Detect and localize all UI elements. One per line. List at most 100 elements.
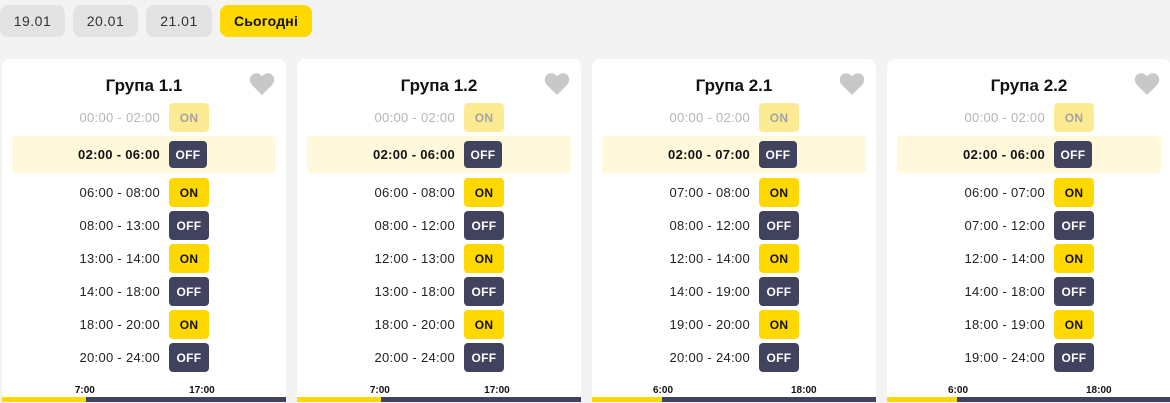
timeline-off-segment [662,397,876,402]
status-on-badge: ON [169,103,209,132]
time-range: 19:00 - 20:00 [669,317,750,332]
status-on-badge: ON [759,310,799,339]
schedule-row: 00:00 - 02:00 ON [297,103,581,132]
time-range: 18:00 - 20:00 [79,317,160,332]
time-range: 07:00 - 08:00 [669,185,750,200]
timeline-start-label: 6:00 [948,385,969,396]
time-range: 14:00 - 18:00 [964,284,1045,299]
status-off-badge: OFF [759,141,797,168]
time-range: 13:00 - 18:00 [374,284,455,299]
time-range: 06:00 - 08:00 [374,185,455,200]
status-on-badge: ON [1054,310,1094,339]
schedule-row-current: 02:00 - 06:00 OFF [897,136,1161,173]
timeline-on-segment [2,397,86,402]
schedule-row: 19:00 - 24:00 OFF [887,343,1170,372]
favorite-heart-icon[interactable] [1134,72,1160,96]
time-range: 14:00 - 18:00 [79,284,160,299]
schedule-row: 14:00 - 18:00 OFF [2,277,286,306]
status-off-badge: OFF [1054,211,1094,240]
schedule-row: 12:00 - 14:00 ON [592,244,876,273]
timeline-end-label: 18:00 [791,385,817,396]
status-off-badge: OFF [169,141,207,168]
time-range: 00:00 - 02:00 [964,110,1045,125]
schedule-row: 06:00 - 08:00 ON [297,178,581,207]
time-range: 02:00 - 06:00 [373,147,455,162]
status-on-badge: ON [169,244,209,273]
time-range: 08:00 - 12:00 [374,218,455,233]
tab-date-19-01[interactable]: 19.01 [0,5,65,37]
favorite-heart-icon[interactable] [544,72,570,96]
schedule-row: 18:00 - 20:00 ON [297,310,581,339]
status-on-badge: ON [464,310,504,339]
status-off-badge: OFF [759,211,799,240]
time-range: 06:00 - 08:00 [79,185,160,200]
timeline-end-label: 17:00 [189,385,215,396]
schedule-row: 20:00 - 24:00 OFF [592,343,876,372]
time-range: 00:00 - 02:00 [374,110,455,125]
timeline-start-label: 6:00 [653,385,674,396]
group-title: Група 2.1 [695,76,773,95]
time-range: 06:00 - 07:00 [964,185,1045,200]
status-off-badge: OFF [759,343,799,372]
time-range: 20:00 - 24:00 [79,350,160,365]
schedule-row: 12:00 - 13:00 ON [297,244,581,273]
schedule-row: 00:00 - 02:00 ON [592,103,876,132]
time-range: 20:00 - 24:00 [669,350,750,365]
status-on-badge: ON [759,244,799,273]
timeline-on-segment [592,397,662,402]
status-off-badge: OFF [169,211,209,240]
date-tabs: 19.01 20.01 21.01 Сьогодні [0,5,312,37]
time-range: 02:00 - 07:00 [668,147,750,162]
time-range: 00:00 - 02:00 [79,110,160,125]
time-range: 08:00 - 13:00 [79,218,160,233]
schedule-row: 13:00 - 14:00 ON [2,244,286,273]
status-off-badge: OFF [464,141,502,168]
status-on-badge: ON [1054,244,1094,273]
timeline-start-label: 7:00 [369,385,390,396]
time-range: 18:00 - 19:00 [964,317,1045,332]
time-range: 12:00 - 14:00 [964,251,1045,266]
group-title: Група 1.2 [400,76,478,95]
status-on-badge: ON [464,178,504,207]
status-on-badge: ON [169,310,209,339]
schedule-row-current: 02:00 - 07:00 OFF [602,136,866,173]
time-range: 02:00 - 06:00 [78,147,160,162]
time-range: 20:00 - 24:00 [374,350,455,365]
schedule-row: 00:00 - 02:00 ON [887,103,1170,132]
time-range: 08:00 - 12:00 [669,218,750,233]
timeline-off-segment [957,397,1170,402]
schedule-row: 12:00 - 14:00 ON [887,244,1170,273]
schedule-row: 18:00 - 20:00 ON [2,310,286,339]
timeline-end-label: 17:00 [484,385,510,396]
timeline-on-segment [297,397,381,402]
tab-today[interactable]: Сьогодні [220,5,312,37]
status-off-badge: OFF [169,277,209,306]
status-off-badge: OFF [1054,343,1094,372]
schedule-row: 14:00 - 19:00 OFF [592,277,876,306]
schedule-row: 19:00 - 20:00 ON [592,310,876,339]
tab-date-20-01[interactable]: 20.01 [73,5,138,37]
schedule-row-current: 02:00 - 06:00 OFF [12,136,276,173]
schedule-row: 18:00 - 19:00 ON [887,310,1170,339]
schedule-row: 13:00 - 18:00 OFF [297,277,581,306]
tab-date-21-01[interactable]: 21.01 [146,5,212,37]
status-off-badge: OFF [1054,277,1094,306]
time-range: 19:00 - 24:00 [964,350,1045,365]
favorite-heart-icon[interactable] [839,72,865,96]
time-range: 14:00 - 19:00 [669,284,750,299]
schedule-row: 07:00 - 12:00 OFF [887,211,1170,240]
timeline-start-label: 7:00 [74,385,95,396]
time-range: 07:00 - 12:00 [964,218,1045,233]
schedule-row: 20:00 - 24:00 OFF [297,343,581,372]
group-title: Група 1.1 [105,76,183,95]
favorite-heart-icon[interactable] [249,72,275,96]
schedule-row: 08:00 - 12:00 OFF [297,211,581,240]
status-off-badge: OFF [169,343,209,372]
status-on-badge: ON [464,103,504,132]
status-on-badge: ON [759,103,799,132]
group-title: Група 2.2 [990,76,1068,95]
status-on-badge: ON [759,178,799,207]
status-on-badge: ON [1054,103,1094,132]
status-off-badge: OFF [1054,141,1092,168]
schedule-row: 07:00 - 08:00 ON [592,178,876,207]
